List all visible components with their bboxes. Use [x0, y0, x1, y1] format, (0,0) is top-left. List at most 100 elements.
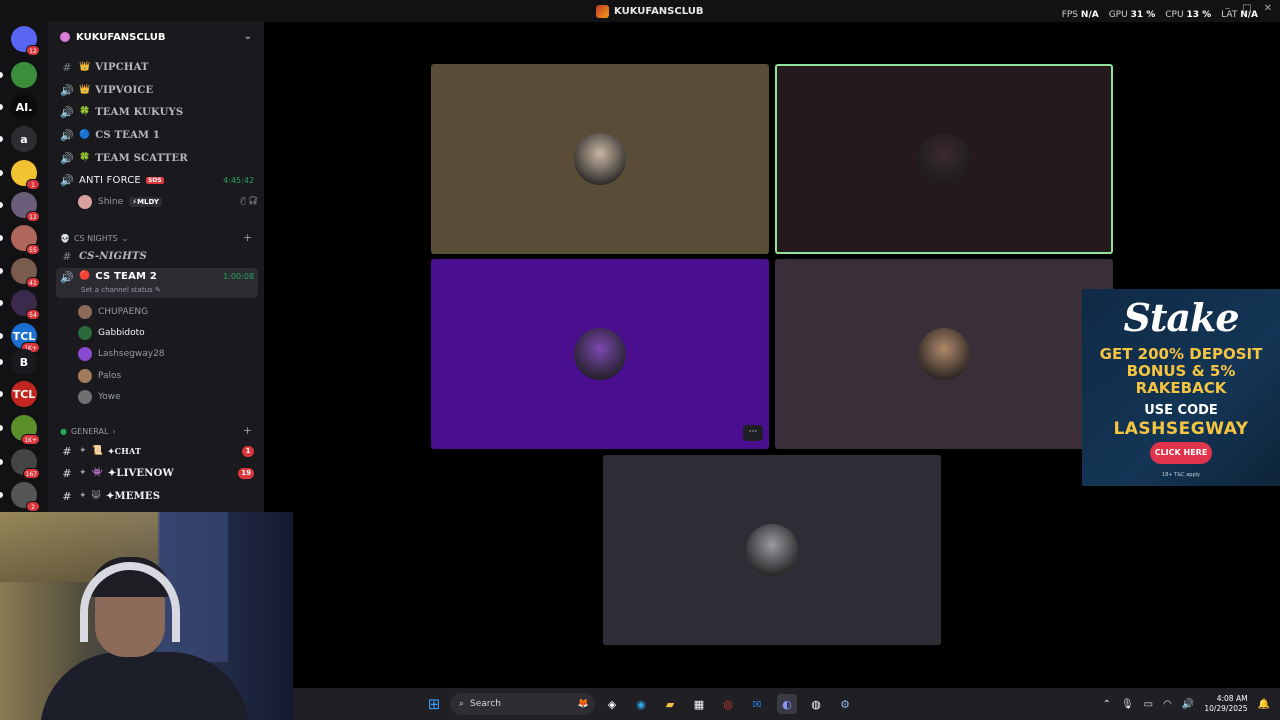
windows-start-icon[interactable]: ⊞ — [424, 694, 444, 714]
mention-badge: 41 — [26, 277, 40, 288]
close-icon[interactable]: ✕ — [1264, 3, 1272, 14]
server-esports-server[interactable]: 1K+ — [11, 415, 40, 445]
chevron-up-icon[interactable]: ⌃ — [1103, 699, 1111, 710]
green-circle-icon: ● — [60, 426, 67, 436]
stat-fps: FPS N/A — [1062, 10, 1099, 20]
wifi-icon[interactable]: ◠ — [1163, 699, 1172, 710]
channel-vipchat[interactable]: # 👑 VIPCHAT — [56, 57, 258, 77]
add-channel-icon[interactable]: + — [243, 231, 252, 244]
category-cs-nights[interactable]: 💀 CS NIGHTS ⌄ + — [60, 231, 252, 245]
more-options-icon[interactable]: ··· — [743, 425, 763, 441]
stat-label: GPU — [1108, 10, 1128, 20]
stat-label: FPS — [1061, 10, 1079, 20]
unread-pill — [0, 333, 3, 339]
voice-user-lashsegway28[interactable]: Lashsegway28 — [78, 345, 165, 363]
edge-icon[interactable]: ◉ — [631, 694, 651, 714]
sparkle-icon: ✦ — [79, 468, 87, 478]
video-tile-5[interactable] — [603, 455, 941, 645]
stat-value: N/A — [1080, 10, 1099, 20]
volume-icon[interactable]: 🔊 — [1182, 699, 1194, 710]
unread-pill — [0, 300, 3, 306]
video-tile-4[interactable] — [775, 259, 1113, 449]
server-avatar — [11, 62, 37, 88]
mention-badge: 54 — [26, 309, 40, 320]
unread-pill — [0, 359, 3, 365]
microphone-icon[interactable]: 🎙 — [1121, 699, 1134, 710]
stat-gpu: GPU 31 % — [1109, 10, 1156, 20]
muted-deafened-icon: 🎙̸ 🎧̸ — [240, 196, 258, 205]
channel-sidebar: KUKUFANSCLUB ⌄ # 👑 VIPCHAT 🔊 👑 VIPVOICE 🔊 🍀 TEAM… — [48, 22, 264, 512]
server-avg-server[interactable]: 167 — [11, 449, 40, 479]
voice-channel-icon: 🔊 — [60, 173, 74, 187]
maximize-icon[interactable]: □ — [1242, 3, 1251, 14]
server-direct-messages[interactable]: 12 — [11, 26, 40, 56]
discord-icon[interactable]: ◐ — [777, 694, 797, 714]
voice-user-palos[interactable]: Palos — [78, 367, 121, 385]
server-header[interactable]: KUKUFANSCLUB ⌄ — [48, 22, 264, 52]
voice-user-gabbidoto[interactable]: Gabbidoto — [78, 324, 145, 342]
server-tcl-server[interactable]: TCL 1K+ — [11, 323, 40, 353]
video-tile-1[interactable] — [431, 64, 769, 254]
chrome-icon[interactable]: ◎ — [718, 694, 738, 714]
obs-icon[interactable]: ◍ — [806, 694, 826, 714]
steam-icon[interactable]: ⚙ — [835, 694, 855, 714]
channel-cs-nights[interactable]: # CS-NIGHTS — [56, 246, 258, 266]
server-pikachu-server[interactable]: 1 — [11, 160, 40, 190]
server-b-server[interactable]: B — [11, 349, 37, 375]
channel-cs-team-1[interactable]: 🔊 🔵 CS TEAM 1 — [56, 125, 258, 145]
server-girl-server[interactable]: 55 — [11, 225, 40, 255]
video-tile-2[interactable] — [775, 64, 1113, 254]
add-channel-icon[interactable]: + — [243, 424, 252, 437]
avatar — [78, 369, 92, 383]
text-channel-icon: # — [62, 444, 72, 458]
window-title-text: KUKUFANSCLUB — [614, 5, 704, 17]
channel-memes[interactable]: # ✦ 😸 ✦MEMES — [56, 486, 258, 506]
server-face-server[interactable]: 41 — [11, 258, 40, 288]
avatar — [78, 390, 92, 404]
channel-team-kukuys[interactable]: 🔊 🍀 TEAM KUKUYS — [56, 102, 258, 122]
clock[interactable]: 4:08 AM 10/29/2025 — [1204, 694, 1247, 714]
video-tile-3[interactable]: ··· — [431, 259, 769, 449]
channel-livenow[interactable]: # ✦ 👾 ✦LIVENOW 19 — [56, 463, 258, 483]
stat-label: CPU — [1165, 10, 1184, 20]
channel-team-scatter[interactable]: 🔊 🍀 TEAM SCATTER — [56, 148, 258, 168]
server-skull-server[interactable]: 2 — [11, 482, 40, 512]
clan-tag: ⚡MLDY — [129, 197, 162, 207]
category-name: GENERAL — [70, 426, 109, 436]
file-explorer-icon[interactable]: ▰ — [660, 694, 680, 714]
server-red-tcl-server[interactable]: TCL — [11, 381, 37, 407]
taskbar-search[interactable]: ⌕ Search 🦊 — [450, 693, 595, 715]
channel-cs-team-2[interactable]: 🔊 🔴 CS TEAM 2 1:00:08 Set a channel stat… — [56, 268, 258, 298]
store-icon[interactable]: ▦ — [689, 694, 709, 714]
channel-chat[interactable]: # ✦ 📜 ✦CHAT 1 — [56, 441, 258, 461]
server-anime-server[interactable]: 54 — [11, 290, 40, 320]
voice-user-chupaeng[interactable]: CHUPAENG — [78, 303, 148, 321]
unread-count-badge: 19 — [238, 468, 254, 479]
channel-vipvoice[interactable]: 🔊 👑 VIPVOICE — [56, 80, 258, 100]
chevron-down-icon[interactable]: ⌄ — [244, 31, 252, 42]
voice-channel-icon: 🔊 — [60, 271, 74, 284]
mention-badge: 12 — [26, 45, 40, 56]
server-pepe-server[interactable] — [11, 62, 37, 88]
ad-click-here-button[interactable]: CLICK HERE — [1150, 442, 1212, 464]
webcam-body — [40, 652, 250, 720]
stake-ad[interactable]: Stake GET 200% DEPOSIT BONUS & 5% RAKEBA… — [1082, 289, 1280, 486]
channel-anti-force[interactable]: 🔊 ANTI FORCE SOS 4:45:42 — [56, 170, 258, 190]
voice-user-shine[interactable]: Shine ⚡MLDY — [78, 193, 162, 211]
category-general[interactable]: ● GENERAL › + — [60, 424, 252, 438]
server-a-server[interactable]: a — [11, 126, 37, 152]
copilot-icon[interactable]: ◈ — [602, 694, 622, 714]
server-monday-server[interactable]: 12 — [11, 192, 40, 222]
unread-pill — [0, 202, 3, 208]
channel-timer: 4:45:42 — [223, 175, 254, 185]
channel-status[interactable]: Set a channel status ✎ — [81, 286, 161, 294]
server-ai-server[interactable]: AI. — [11, 94, 37, 120]
sos-tag: SOS — [145, 176, 164, 184]
mail-icon[interactable]: ✉ — [747, 694, 767, 714]
minimize-icon[interactable]: – — [1225, 3, 1230, 14]
network-icon[interactable]: ▭ — [1144, 699, 1153, 710]
ad-line-3: RAKEBACK — [1135, 379, 1227, 397]
voice-user-yowe[interactable]: Yowe — [78, 388, 121, 406]
notification-icon[interactable]: 🔔 — [1258, 699, 1270, 710]
unread-pill — [0, 425, 3, 431]
